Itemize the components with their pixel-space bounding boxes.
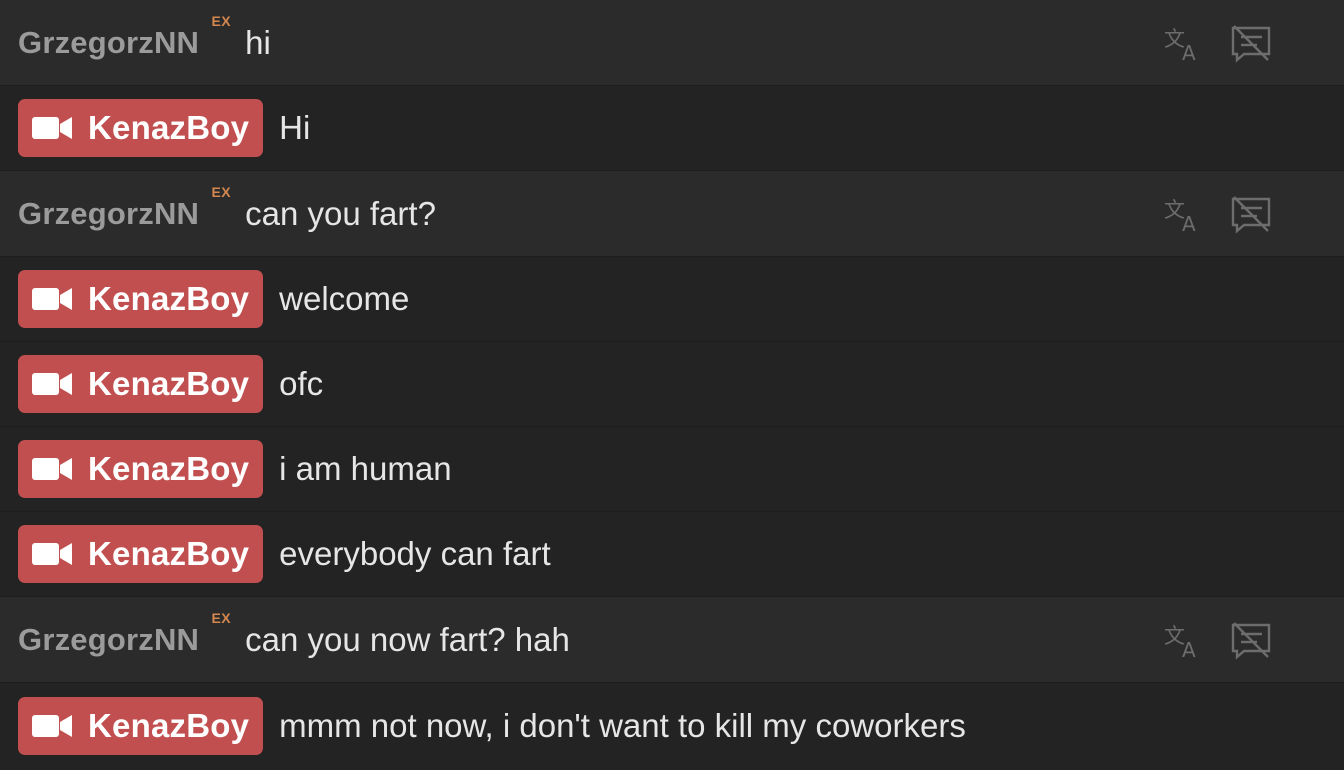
username: KenazBoy (88, 535, 250, 572)
chat-message-host: KenazBoy i am human (0, 427, 1344, 512)
hide-message-icon[interactable] (1230, 193, 1272, 235)
video-camera-icon (32, 541, 74, 567)
translate-icon[interactable]: 文 A (1162, 619, 1204, 662)
username[interactable]: GrzegorzNN EX (18, 184, 231, 232)
host-badge[interactable]: KenazBoy (18, 99, 264, 157)
chat-message-host: KenazBoy everybody can fart (0, 512, 1344, 597)
username: KenazBoy (88, 280, 250, 317)
video-camera-icon (32, 115, 74, 141)
svg-text:A: A (1182, 212, 1196, 235)
message-text: ofc (279, 365, 324, 402)
message-actions: 文 A (1162, 597, 1272, 682)
username: KenazBoy (88, 706, 250, 744)
video-camera-icon (32, 713, 74, 739)
ex-badge: EX (211, 183, 232, 200)
chat-message-viewer: GrzegorzNN EX hi 文 A (0, 0, 1344, 86)
translate-icon[interactable]: 文 A (1162, 193, 1204, 236)
host-badge[interactable]: KenazBoy (18, 440, 264, 498)
chat-message-viewer: GrzegorzNN EX can you now fart? hah 文 A (0, 597, 1344, 683)
username: KenazBoy (88, 109, 250, 146)
chat-message-host: KenazBoy welcome (0, 257, 1344, 342)
message-text: welcome (279, 280, 410, 317)
username[interactable]: GrzegorzNN EX (18, 610, 231, 658)
host-badge[interactable]: KenazBoy (18, 270, 264, 328)
message-text: everybody can fart (279, 535, 551, 572)
message-text: mmm not now, i don't want to kill my cow… (279, 706, 966, 744)
chat-message-host: KenazBoy ofc (0, 342, 1344, 427)
host-badge[interactable]: KenazBoy (18, 355, 264, 413)
video-camera-icon (32, 371, 74, 397)
chat-log: GrzegorzNN EX hi 文 A KenazBoy Hi Grzegor… (0, 0, 1344, 770)
ex-badge: EX (211, 12, 232, 29)
hide-message-icon[interactable] (1230, 22, 1272, 64)
message-text: Hi (279, 109, 311, 146)
message-text: hi (245, 23, 271, 61)
chat-message-viewer: GrzegorzNN EX can you fart? 文 A (0, 171, 1344, 257)
username[interactable]: GrzegorzNN EX (18, 13, 231, 61)
translate-icon[interactable]: 文 A (1162, 22, 1204, 65)
message-actions: 文 A (1162, 171, 1272, 256)
username: KenazBoy (88, 365, 250, 402)
svg-text:A: A (1182, 638, 1196, 661)
host-badge[interactable]: KenazBoy (18, 696, 264, 755)
video-camera-icon (32, 456, 74, 482)
hide-message-icon[interactable] (1230, 619, 1272, 661)
chat-message-host: KenazBoy Hi (0, 86, 1344, 171)
username: KenazBoy (88, 450, 250, 487)
message-text: can you fart? (245, 194, 436, 232)
video-camera-icon (32, 286, 74, 312)
chat-message-host: KenazBoy mmm not now, i don't want to ki… (0, 683, 1344, 768)
message-actions: 文 A (1162, 0, 1272, 85)
host-badge[interactable]: KenazBoy (18, 525, 264, 583)
svg-text:A: A (1182, 41, 1196, 64)
message-text: i am human (279, 450, 452, 487)
ex-badge: EX (211, 609, 232, 626)
message-text: can you now fart? hah (245, 620, 570, 658)
